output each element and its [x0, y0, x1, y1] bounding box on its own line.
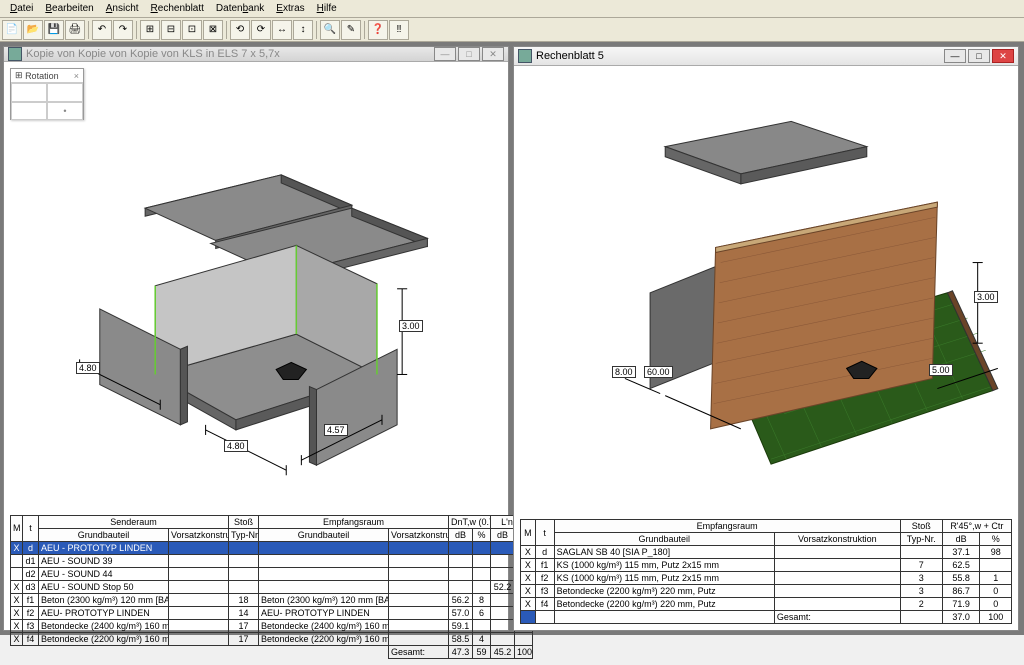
dim-d: 3.00	[974, 291, 998, 303]
table-row[interactable]: Xf2KS (1000 kg/m³) 115 mm, Putz 2x15 mm3…	[521, 572, 1012, 585]
rotator-icon: ⊞	[15, 70, 23, 81]
window-icon	[518, 49, 532, 63]
viewport-right[interactable]: 8.00 60.00 5.00 3.00	[514, 66, 1018, 515]
rotate-right-icon[interactable]: ⟳	[251, 20, 271, 40]
close-button[interactable]: ✕	[482, 47, 504, 61]
window-icon	[8, 47, 22, 61]
undo-icon[interactable]: ↶	[92, 20, 112, 40]
dim-c: 5.00	[929, 364, 953, 376]
view3-icon[interactable]: ⊡	[182, 20, 202, 40]
mdi-area: Kopie von Kopie von Kopie von KLS in ELS…	[0, 42, 1024, 635]
table-row[interactable]: Xf3Betondecke (2400 kg/m³) 160 mm [BAS]1…	[11, 619, 533, 632]
view1-icon[interactable]: ⊞	[140, 20, 160, 40]
save-icon[interactable]: 💾	[44, 20, 64, 40]
menu-rechenblatt[interactable]: Rechenblatt	[145, 1, 210, 16]
flip-v-icon[interactable]: ↕	[293, 20, 313, 40]
help-icon[interactable]: ❓	[368, 20, 388, 40]
dim-c: 4.57	[324, 424, 348, 436]
toolbar: 📄 📂 💾 🖨 ↶ ↷ ⊞ ⊟ ⊡ ⊠ ⟲ ⟳ ↔ ↕ 🔍 ✎ ❓ ‼	[0, 18, 1024, 42]
table-row[interactable]: XdSAGLAN SB 40 [SIA P_180]37.198	[521, 546, 1012, 559]
view4-icon[interactable]: ⊠	[203, 20, 223, 40]
table-left: Mt Senderaum Stoß Empfangsraum DnT,w (0.…	[4, 511, 508, 665]
menu-hilfe[interactable]: Hilfe	[311, 1, 343, 16]
window-right[interactable]: Rechenblatt 5 — □ ✕	[513, 46, 1019, 631]
table-row[interactable]: Xd3AEU - SOUND Stop 5052.219	[11, 580, 533, 593]
maximize-button[interactable]: □	[968, 49, 990, 63]
window-title-right: Rechenblatt 5	[536, 50, 944, 62]
table-row[interactable]: Xf2AEU- PROTOTYP LINDEN14AEU- PROTOTYP L…	[11, 606, 533, 619]
table-row[interactable]: Xf1KS (1000 kg/m³) 115 mm, Putz 2x15 mm7…	[521, 559, 1012, 572]
table-row[interactable]: Xf3Betondecke (2200 kg/m³) 220 mm, Putz3…	[521, 585, 1012, 598]
view2-icon[interactable]: ⊟	[161, 20, 181, 40]
dim-d: 3.00	[399, 320, 423, 332]
menu-datenbank[interactable]: Datenbank	[210, 1, 270, 16]
maximize-button[interactable]: □	[458, 47, 480, 61]
zoom-icon[interactable]: 🔍	[320, 20, 340, 40]
about-icon[interactable]: ‼	[389, 20, 409, 40]
dim-b: 4.80	[224, 440, 248, 452]
flip-h-icon[interactable]: ↔	[272, 20, 292, 40]
dim-a: 4.80	[76, 362, 100, 374]
edit-icon[interactable]: ✎	[341, 20, 361, 40]
rotator-close-icon[interactable]: ×	[74, 71, 79, 81]
menu-ansicht[interactable]: Ansicht	[100, 1, 145, 16]
menubar: Datei Bearbeiten Ansicht Rechenblatt Dat…	[0, 0, 1024, 18]
table-row[interactable]: Xf4Betondecke (2200 kg/m³) 220 mm, Putz2…	[521, 598, 1012, 611]
titlebar-left[interactable]: Kopie von Kopie von Kopie von KLS in ELS…	[4, 47, 508, 62]
print-icon[interactable]: 🖨	[65, 20, 85, 40]
window-title-left: Kopie von Kopie von Kopie von KLS in ELS…	[26, 48, 434, 60]
menu-bearbeiten[interactable]: Bearbeiten	[39, 1, 99, 16]
close-button[interactable]: ✕	[992, 49, 1014, 63]
table-row[interactable]: XdAEU - PROTOTYP LINDEN	[11, 541, 533, 554]
table-right: Mt Empfangsraum Stoß R'45°,w + Ctr Grund…	[514, 515, 1018, 630]
table-row[interactable]: Xf1Beton (2300 kg/m³) 120 mm [BAST]18Bet…	[11, 593, 533, 606]
redo-icon[interactable]: ↷	[113, 20, 133, 40]
table-row[interactable]: Xf4Betondecke (2200 kg/m³) 160 mm [BAS]1…	[11, 632, 533, 645]
open-icon[interactable]: 📂	[23, 20, 43, 40]
dim-b: 60.00	[644, 366, 673, 378]
viewport-left[interactable]: ⊞ Rotation× •	[4, 62, 508, 511]
minimize-button[interactable]: —	[434, 47, 456, 61]
new-icon[interactable]: 📄	[2, 20, 22, 40]
minimize-button[interactable]: —	[944, 49, 966, 63]
table-row[interactable]: d1AEU - SOUND 39	[11, 554, 533, 567]
dim-a: 8.00	[612, 366, 636, 378]
rotate-left-icon[interactable]: ⟲	[230, 20, 250, 40]
table-row[interactable]: d2AEU - SOUND 44	[11, 567, 533, 580]
menu-extras[interactable]: Extras	[270, 1, 310, 16]
rotator-widget[interactable]: ⊞ Rotation× •	[10, 68, 84, 120]
window-left[interactable]: Kopie von Kopie von Kopie von KLS in ELS…	[3, 46, 509, 631]
titlebar-right[interactable]: Rechenblatt 5 — □ ✕	[514, 47, 1018, 66]
menu-datei[interactable]: Datei	[4, 1, 39, 16]
